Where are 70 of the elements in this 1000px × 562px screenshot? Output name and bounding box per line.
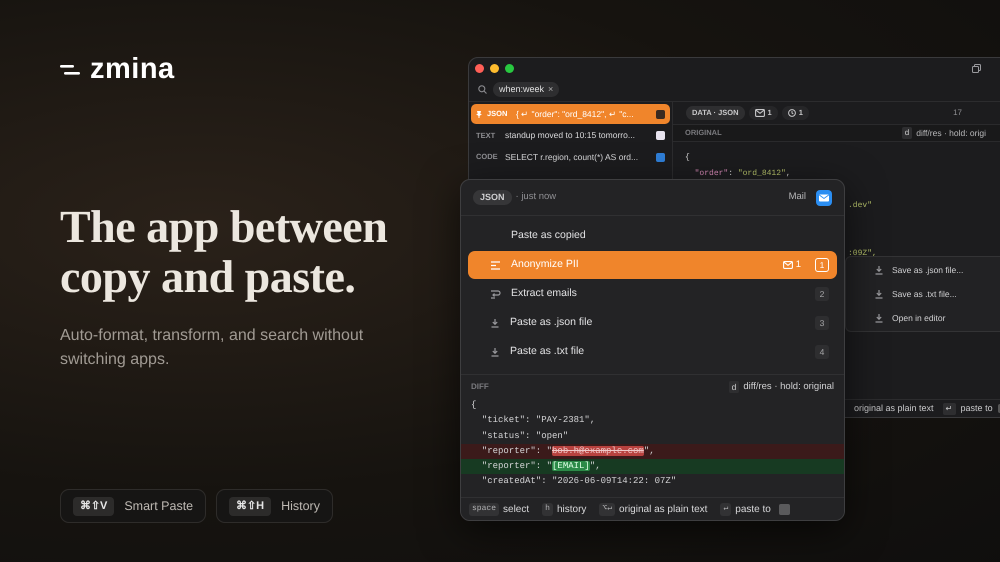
key-combo: ⌘⇧H xyxy=(229,496,272,516)
target-app: Mail xyxy=(788,190,806,204)
code-line: { xyxy=(685,152,691,164)
download-icon xyxy=(874,289,884,299)
item-count: 17 xyxy=(953,107,962,119)
paste-action[interactable]: Extract emails 2 xyxy=(468,280,837,308)
email-count: 1 xyxy=(782,258,801,272)
diff-line: { xyxy=(471,400,476,410)
key-cap: ↵ xyxy=(942,402,956,414)
footer-hint: select xyxy=(503,502,530,516)
shortcut-key: 2 xyxy=(815,287,829,301)
diff-line: "createdAt": "2026-06-09T14:22: 07Z" xyxy=(480,476,676,486)
type-chip: JSON xyxy=(473,190,512,205)
copy-icon[interactable] xyxy=(972,64,981,72)
shortcut-key: 4 xyxy=(815,345,829,359)
diff-line: "reporter": "bob.h@example.com", xyxy=(480,446,655,456)
app-icon xyxy=(778,504,790,514)
diff-line: "reporter": "[EMAIL]", xyxy=(480,461,601,472)
diff-line: "status": "open" xyxy=(480,430,568,441)
subtitle: Auto-format, transform, and search without switching apps. xyxy=(60,326,364,370)
logo-icon xyxy=(60,64,80,76)
filter-text: when:week xyxy=(499,82,544,96)
item-preview: standup moved to 10:15 tomorro... xyxy=(505,129,636,142)
footer-hint: paste to xyxy=(960,402,993,415)
hint-text: diff/res · hold: origi xyxy=(916,126,986,140)
code-line: :09Z", xyxy=(848,249,877,258)
footer-hint: history xyxy=(556,502,586,516)
filter-chip[interactable]: when:week × xyxy=(493,82,560,97)
key-combo: ⌘⇧V xyxy=(73,496,114,516)
key-cap: ↵ xyxy=(720,502,732,516)
paste-action[interactable]: Paste as .json file 3 xyxy=(468,309,837,337)
section-label: DIFF xyxy=(471,381,490,393)
timestamp: · just now xyxy=(516,190,558,204)
envelope-icon xyxy=(754,109,765,117)
envelope-icon xyxy=(782,261,793,269)
shortcut-key: 3 xyxy=(815,316,829,330)
code-line: .dev" xyxy=(848,201,872,210)
key-cap: h xyxy=(542,502,553,516)
paste-action[interactable]: Paste as copied xyxy=(468,222,837,250)
key-cap: d xyxy=(728,380,740,394)
lines-icon xyxy=(490,260,501,270)
key-cap: ⌥↵ xyxy=(599,502,616,516)
shortcut-key: 1 xyxy=(815,258,829,272)
shortcut-label: Smart Paste xyxy=(124,498,194,515)
wrap-icon xyxy=(490,289,501,299)
mail-app-icon xyxy=(816,190,832,206)
key-cap: d xyxy=(902,127,912,139)
headline: The app between copy and paste. xyxy=(60,202,388,302)
download-icon xyxy=(874,265,884,275)
menu-item[interactable]: Save as .txt file... xyxy=(874,286,1000,302)
shortcut-label: History xyxy=(281,498,320,515)
download-icon xyxy=(874,313,884,323)
download-icon xyxy=(490,318,500,328)
footer-hint: paste to xyxy=(735,502,771,516)
code-line: "order": "ord_8412", xyxy=(694,168,792,180)
chip-close[interactable]: × xyxy=(548,82,554,96)
brand-name: zmina xyxy=(90,55,175,84)
clock-icon xyxy=(788,109,796,117)
menu-item[interactable]: Save as .json file... xyxy=(874,262,1000,278)
download-icon xyxy=(490,347,500,357)
menu-item[interactable]: Open in editor xyxy=(874,310,1000,326)
item-preview: { ↵ "order": "ord_8412", ↵ "c... xyxy=(516,108,635,120)
diff-line: "ticket": "PAY-2381", xyxy=(480,415,596,426)
footer-hint: original as plain text xyxy=(619,502,708,516)
hint-text: diff/res · hold: original xyxy=(743,380,834,394)
item-preview: SELECT r.region, count(*) AS ord... xyxy=(505,150,640,164)
footer-hint: original as plain text xyxy=(854,402,934,415)
key-cap: space xyxy=(469,502,500,516)
paste-action[interactable]: Paste as .txt file 4 xyxy=(468,338,837,366)
search-icon xyxy=(478,85,487,94)
